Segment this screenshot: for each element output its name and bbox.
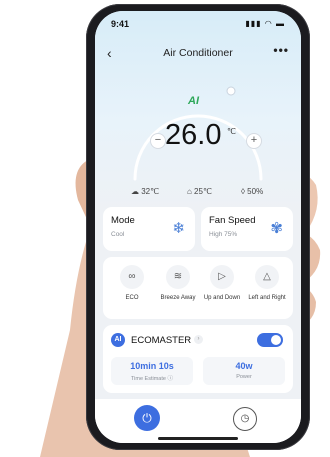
page-title: Air Conditioner <box>163 47 233 59</box>
ecomaster-toggle[interactable] <box>257 333 283 347</box>
fan-speed-card[interactable]: Fan Speed High 75% ✾ <box>201 207 293 251</box>
fan-icon: ✾ <box>270 220 283 237</box>
ecomaster-title: ECOMASTER <box>131 335 192 346</box>
ai-logo: AI <box>188 95 199 107</box>
phone-screen: 9:41 ▮▮▮ ◠ ▬ ‹ Air Conditioner ••• AI − … <box>95 11 301 443</box>
eco-label: ECO <box>125 295 139 301</box>
chevron-right-icon[interactable]: › <box>194 335 203 344</box>
breeze-icon: ≋ <box>166 265 190 289</box>
function-card: ∞ ECO ≋ Breeze Away ▷ Up and Down △ Left… <box>103 257 293 319</box>
outdoor-temperature: ☁ 32℃ <box>131 187 160 196</box>
temperature-increase-button[interactable]: + <box>246 133 262 149</box>
mode-title: Mode <box>111 215 135 226</box>
temperature-decrease-button[interactable]: − <box>150 133 166 149</box>
mode-card[interactable]: Mode Cool ❄ <box>103 207 195 251</box>
status-time: 9:41 <box>111 19 130 29</box>
status-bar: 9:41 ▮▮▮ ◠ ▬ <box>95 19 301 33</box>
horizontal-swing-icon: △ <box>255 265 279 289</box>
fan-speed-value: High 75% <box>209 231 238 238</box>
eco-function[interactable]: ∞ ECO <box>113 257 153 317</box>
indoor-temperature: ⌂ 25℃ <box>187 187 212 196</box>
left-right-swing-function[interactable]: △ Left and Right <box>248 257 288 317</box>
up-down-label: Up and Down <box>203 295 241 301</box>
dial-handle[interactable] <box>226 86 236 96</box>
eco-icon: ∞ <box>120 265 144 289</box>
vertical-swing-icon: ▷ <box>210 265 234 289</box>
time-estimate-label: Time Estimate ⓘ <box>131 376 173 382</box>
up-down-swing-function[interactable]: ▷ Up and Down <box>203 257 243 317</box>
home-indicator[interactable] <box>158 437 238 440</box>
ecomaster-card: AI ECOMASTER › 10min 10s Time Estimate ⓘ… <box>103 325 293 393</box>
toggle-knob <box>271 335 281 345</box>
status-indicators-icon: ▮▮▮ ◠ ▬ <box>245 19 285 28</box>
mode-value: Cool <box>111 231 125 238</box>
fan-speed-title: Fan Speed <box>209 215 256 226</box>
time-estimate-stat: 10min 10s Time Estimate ⓘ <box>111 357 193 385</box>
temperature-unit: ℃ <box>227 127 236 136</box>
bottom-controls: ⏻ ◷ <box>95 399 301 443</box>
more-options-icon[interactable]: ••• <box>273 43 289 57</box>
phone-frame: 9:41 ▮▮▮ ◠ ▬ ‹ Air Conditioner ••• AI − … <box>86 4 310 450</box>
power-value: 40w <box>235 361 253 371</box>
ai-badge-icon: AI <box>111 333 125 347</box>
time-estimate-value: 10min 10s <box>130 361 174 371</box>
ambient-readings: ☁ 32℃ ⌂ 25℃ ◊ 50% <box>95 187 301 201</box>
nav-bar: ‹ Air Conditioner ••• <box>95 43 301 63</box>
temperature-value: 26.0 <box>165 119 222 151</box>
breeze-away-function[interactable]: ≋ Breeze Away <box>159 257 199 317</box>
left-right-label: Left and Right <box>248 295 286 301</box>
breeze-away-label: Breeze Away <box>160 295 196 301</box>
snowflake-icon: ❄ <box>172 220 185 237</box>
humidity-reading: ◊ 50% <box>241 187 264 196</box>
timer-icon[interactable]: ◷ <box>233 407 257 431</box>
power-icon[interactable]: ⏻ <box>134 405 160 431</box>
power-label: Power <box>236 374 252 380</box>
power-stat: 40w Power <box>203 357 285 385</box>
